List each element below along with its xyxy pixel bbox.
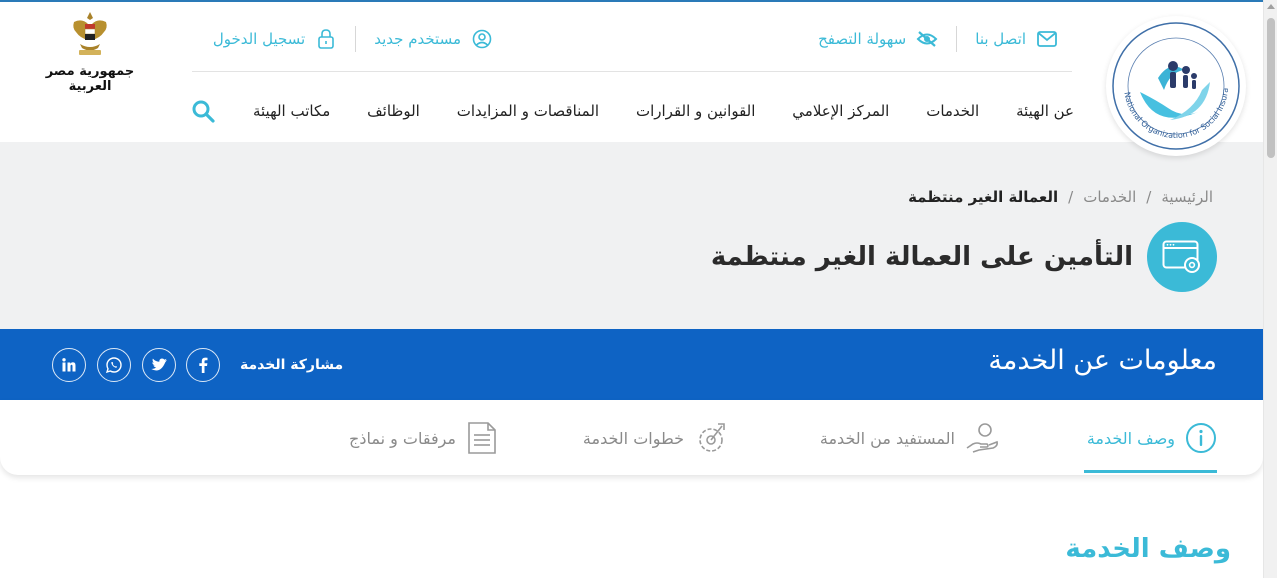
nav-item-services[interactable]: الخدمات	[926, 102, 979, 120]
site-header: جمهورية مصر العربية اتصل بنا سهولة التصف…	[0, 2, 1263, 142]
linkedin-share-button[interactable]	[52, 348, 86, 382]
whatsapp-icon	[106, 357, 122, 373]
eye-slash-icon	[916, 28, 938, 50]
login-label: تسجيل الدخول	[212, 30, 306, 48]
new-user-link[interactable]: مستخدم جديد	[374, 28, 493, 50]
twitter-share-button[interactable]	[142, 348, 176, 382]
top-links-right: اتصل بنا سهولة التصفح	[818, 24, 1058, 54]
contact-label: اتصل بنا	[975, 30, 1026, 48]
scroll-up-arrow-icon[interactable]	[1267, 4, 1275, 9]
tab-label: المستفيد من الخدمة	[819, 428, 955, 448]
eagle-emblem-icon	[73, 12, 107, 55]
breadcrumb: الرئيسية / الخدمات / العمالة الغير منتظم…	[908, 188, 1213, 206]
accessibility-link[interactable]: سهولة التصفح	[818, 28, 938, 50]
nav-item-laws[interactable]: القوانين و القرارات	[636, 102, 755, 120]
breadcrumb-home[interactable]: الرئيسية	[1161, 188, 1213, 206]
header-divider	[192, 71, 1072, 72]
facebook-share-button[interactable]	[186, 348, 220, 382]
steps-icon	[699, 423, 725, 452]
top-links-left: مستخدم جديد تسجيل الدخول	[213, 24, 493, 54]
login-link[interactable]: تسجيل الدخول	[213, 28, 337, 50]
title-row: التأمين على العمالة الغير منتظمة	[711, 222, 1217, 292]
tab-label: وصف الخدمة	[1086, 428, 1175, 448]
breadcrumb-separator: /	[1146, 188, 1152, 206]
nosi-logo[interactable]: National Organization for Social Insuran…	[1106, 16, 1246, 156]
share-label: مشاركة الخدمة	[240, 357, 344, 373]
nav-item-tenders[interactable]: المناقصات و المزايدات	[457, 102, 599, 120]
envelope-icon	[1036, 28, 1058, 50]
nosi-logo-icon: National Organization for Social Insuran…	[1110, 20, 1240, 150]
tab-service-description[interactable]: وصف الخدمة	[1087, 418, 1217, 458]
breadcrumb-services[interactable]: الخدمات	[1083, 188, 1136, 206]
country-label: جمهورية مصر العربية	[45, 64, 135, 94]
service-settings-icon	[1147, 222, 1217, 292]
new-user-label: مستخدم جديد	[374, 30, 461, 48]
search-icon	[192, 100, 215, 123]
lock-icon	[315, 28, 337, 50]
section-heading: وصف الخدمة	[1065, 534, 1231, 564]
user-circle-icon	[471, 28, 493, 50]
info-icon	[1186, 423, 1216, 453]
divider	[355, 26, 357, 52]
divider	[956, 26, 958, 52]
nav-item-offices[interactable]: مكاتب الهيئة	[253, 102, 330, 120]
tab-beneficiary[interactable]: المستفيد من الخدمة	[820, 418, 1001, 458]
service-info-title: معلومات عن الخدمة	[988, 345, 1217, 376]
tab-service-steps[interactable]: خطوات الخدمة	[583, 418, 730, 458]
tab-label: مرفقات و نماذج	[348, 428, 456, 448]
page-hero: الرئيسية / الخدمات / العمالة الغير منتظم…	[0, 142, 1263, 329]
tab-label: خطوات الخدمة	[582, 428, 684, 448]
egypt-emblem[interactable]: جمهورية مصر العربية	[28, 10, 152, 94]
service-tabs: وصف الخدمة المستفيد من الخدمة خطوات الخد…	[0, 400, 1263, 475]
facebook-icon	[199, 357, 208, 373]
tab-attachments[interactable]: مرفقات و نماذج	[349, 418, 498, 458]
accessibility-label: سهولة التصفح	[818, 30, 907, 48]
whatsapp-share-button[interactable]	[97, 348, 131, 382]
twitter-icon	[151, 358, 167, 371]
page-title: التأمين على العمالة الغير منتظمة	[710, 242, 1133, 272]
scrollbar-thumb[interactable]	[1267, 18, 1275, 158]
main-nav: عن الهيئة الخدمات المركز الإعلامي القوان…	[190, 98, 1074, 124]
beneficiary-icon	[966, 423, 998, 453]
nav-item-about[interactable]: عن الهيئة	[1016, 102, 1074, 120]
service-info-bar: معلومات عن الخدمة مشاركة الخدمة	[0, 329, 1263, 400]
nav-item-jobs[interactable]: الوظائف	[367, 102, 420, 120]
document-icon	[468, 422, 496, 454]
breadcrumb-current: العمالة الغير منتظمة	[908, 188, 1059, 206]
nav-item-media[interactable]: المركز الإعلامي	[792, 102, 889, 120]
linkedin-icon	[62, 358, 76, 372]
active-tab-indicator	[1084, 470, 1217, 473]
page-scrollbar[interactable]	[1263, 0, 1277, 578]
breadcrumb-separator: /	[1068, 188, 1074, 206]
contact-link[interactable]: اتصل بنا	[975, 28, 1058, 50]
search-button[interactable]	[190, 98, 216, 124]
